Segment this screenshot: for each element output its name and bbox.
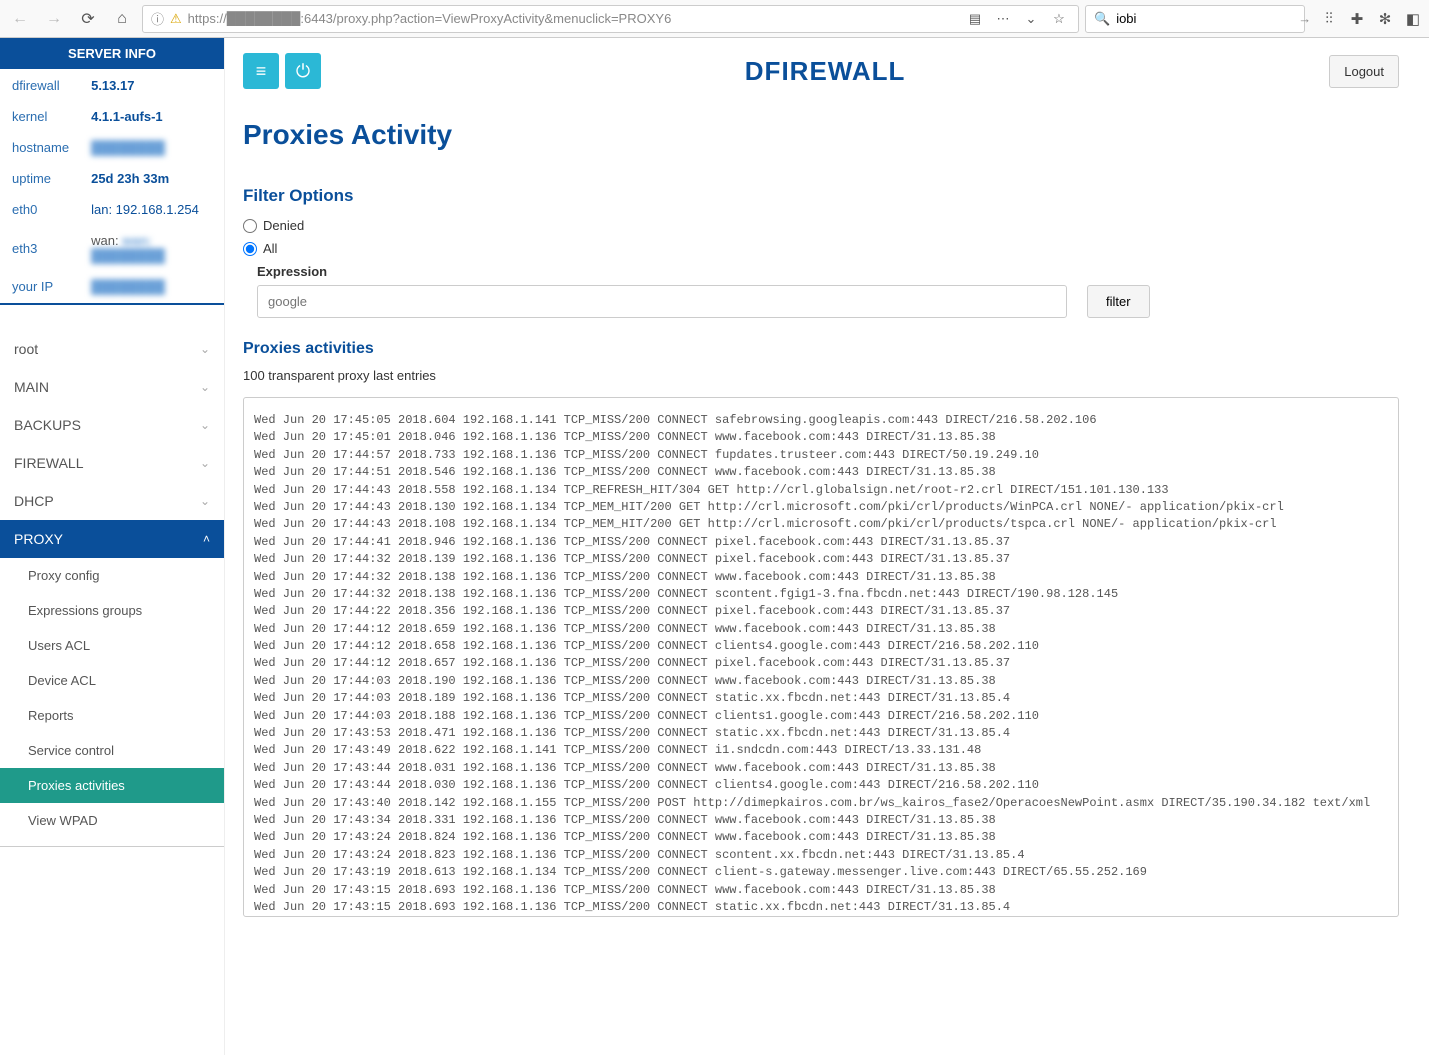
info-value: ████████ bbox=[81, 272, 222, 301]
search-bar[interactable]: 🔍 → bbox=[1085, 5, 1305, 33]
submenu-proxy-config[interactable]: Proxy config bbox=[0, 558, 224, 593]
info-label: kernel bbox=[2, 102, 79, 131]
info-value: 25d 23h 33m bbox=[81, 164, 222, 193]
expression-input[interactable] bbox=[257, 285, 1067, 318]
chevron-down-icon: ⌄ bbox=[200, 342, 210, 356]
expression-label: Expression bbox=[257, 264, 1399, 279]
settings-gear-icon[interactable]: ✻ bbox=[1375, 10, 1395, 28]
info-label: uptime bbox=[2, 164, 79, 193]
radio-all-input[interactable] bbox=[243, 242, 257, 256]
search-icon: 🔍 bbox=[1094, 11, 1110, 27]
menu-root[interactable]: root ⌄ bbox=[0, 330, 224, 368]
chevron-down-icon: ⌄ bbox=[200, 418, 210, 432]
search-go-icon[interactable]: → bbox=[1298, 11, 1311, 26]
topbar-left: ≡ ⏻ bbox=[243, 53, 321, 89]
browser-right-icons: ⫶⫶ ✚ ✻ ◧ bbox=[1311, 10, 1423, 28]
submenu-proxy: Proxy config Expressions groups Users AC… bbox=[0, 558, 224, 838]
submenu-proxies-activities[interactable]: Proxies activities bbox=[0, 768, 224, 803]
url-text: https://████████:6443/proxy.php?action=V… bbox=[188, 11, 958, 26]
reader-mode-icon[interactable]: ▤ bbox=[964, 11, 986, 27]
info-label: eth3 bbox=[2, 226, 79, 270]
radio-label: Denied bbox=[263, 218, 304, 233]
url-bar[interactable]: ⓘ ⚠ https://████████:6443/proxy.php?acti… bbox=[142, 5, 1079, 33]
sidebar-menu: root ⌄ MAIN ⌄ BACKUPS ⌄ FIREWALL ⌄ DHCP ⌄ PRO… bbox=[0, 330, 224, 847]
menu-toggle-button[interactable]: ≡ bbox=[243, 53, 279, 89]
power-button[interactable]: ⏻ bbox=[285, 53, 321, 89]
submenu-service-control[interactable]: Service control bbox=[0, 733, 224, 768]
sidebar: SERVER INFO dfirewall5.13.17 kernel4.1.1… bbox=[0, 38, 225, 1055]
info-value: lan: 192.168.1.254 bbox=[81, 195, 222, 224]
submenu-view-wpad[interactable]: View WPAD bbox=[0, 803, 224, 838]
radio-denied-input[interactable] bbox=[243, 219, 257, 233]
divider bbox=[0, 303, 224, 305]
forward-icon[interactable]: → bbox=[40, 5, 68, 33]
info-label: dfirewall bbox=[2, 71, 79, 100]
activities-title: Proxies activities bbox=[243, 340, 1399, 358]
menu-label: FIREWALL bbox=[14, 455, 84, 471]
filter-options: Filter Options Denied All Expression fil… bbox=[243, 186, 1399, 318]
info-value: 4.1.1-aufs-1 bbox=[81, 102, 222, 131]
radio-denied[interactable]: Denied bbox=[243, 218, 1399, 233]
submenu-expressions-groups[interactable]: Expressions groups bbox=[0, 593, 224, 628]
home-icon[interactable]: ⌂ bbox=[108, 5, 136, 33]
library-icon[interactable]: ⫶⫶ bbox=[1319, 10, 1339, 28]
brand-title: DFIREWALL bbox=[321, 56, 1329, 87]
info-label: eth0 bbox=[2, 195, 79, 224]
radio-all[interactable]: All bbox=[243, 241, 1399, 256]
main-content: ≡ ⏻ DFIREWALL Logout Proxies Activity Fi… bbox=[225, 38, 1429, 1055]
info-label: hostname bbox=[2, 133, 79, 162]
server-info-table: dfirewall5.13.17 kernel4.1.1-aufs-1 host… bbox=[0, 69, 224, 303]
menu-dhcp[interactable]: DHCP ⌄ bbox=[0, 482, 224, 520]
expression-row: filter bbox=[257, 285, 1399, 318]
page-actions-icon[interactable]: ⋯ bbox=[992, 11, 1014, 27]
extensions-icon[interactable]: ✚ bbox=[1347, 10, 1367, 28]
chevron-down-icon: ⌄ bbox=[200, 456, 210, 470]
menu-label: MAIN bbox=[14, 379, 49, 395]
page-title: Proxies Activity bbox=[243, 119, 1399, 151]
log-output: Wed Jun 20 17:45:05 2018.604 192.168.1.1… bbox=[243, 397, 1399, 917]
info-value: 5.13.17 bbox=[81, 71, 222, 100]
submenu-users-acl[interactable]: Users ACL bbox=[0, 628, 224, 663]
menu-proxy[interactable]: PROXY ˄ bbox=[0, 520, 224, 558]
filter-options-title: Filter Options bbox=[243, 186, 1399, 206]
menu-main[interactable]: MAIN ⌄ bbox=[0, 368, 224, 406]
divider bbox=[0, 846, 224, 847]
menu-label: DHCP bbox=[14, 493, 54, 509]
chevron-down-icon: ⌄ bbox=[200, 494, 210, 508]
bookmark-star-icon[interactable]: ☆ bbox=[1048, 11, 1070, 27]
info-icon[interactable]: ⓘ bbox=[151, 9, 164, 28]
filter-button[interactable]: filter bbox=[1087, 285, 1150, 318]
sidebar-toggle-icon[interactable]: ◧ bbox=[1403, 10, 1423, 28]
topbar: ≡ ⏻ DFIREWALL Logout bbox=[243, 53, 1399, 89]
menu-label: PROXY bbox=[14, 531, 63, 547]
chevron-down-icon: ⌄ bbox=[200, 380, 210, 394]
info-value: wan: wan: ████████ bbox=[81, 226, 222, 270]
back-icon[interactable]: ← bbox=[6, 5, 34, 33]
radio-label: All bbox=[263, 241, 277, 256]
pocket-icon[interactable]: ⌄ bbox=[1020, 11, 1042, 27]
chevron-up-icon: ˄ bbox=[203, 532, 210, 546]
menu-backups[interactable]: BACKUPS ⌄ bbox=[0, 406, 224, 444]
menu-label: root bbox=[14, 341, 38, 357]
browser-toolbar: ← → ⟳ ⌂ ⓘ ⚠ https://████████:6443/proxy.… bbox=[0, 0, 1429, 38]
search-input[interactable] bbox=[1116, 11, 1292, 26]
reload-icon[interactable]: ⟳ bbox=[74, 5, 102, 33]
info-value: ████████ bbox=[81, 133, 222, 162]
submenu-device-acl[interactable]: Device ACL bbox=[0, 663, 224, 698]
lock-warning-icon: ⚠ bbox=[170, 11, 182, 27]
info-label: your IP bbox=[2, 272, 79, 301]
menu-label: BACKUPS bbox=[14, 417, 81, 433]
logout-button[interactable]: Logout bbox=[1329, 55, 1399, 88]
entries-count: 100 transparent proxy last entries bbox=[243, 368, 1399, 383]
submenu-reports[interactable]: Reports bbox=[0, 698, 224, 733]
menu-firewall[interactable]: FIREWALL ⌄ bbox=[0, 444, 224, 482]
server-info-header: SERVER INFO bbox=[0, 38, 224, 69]
